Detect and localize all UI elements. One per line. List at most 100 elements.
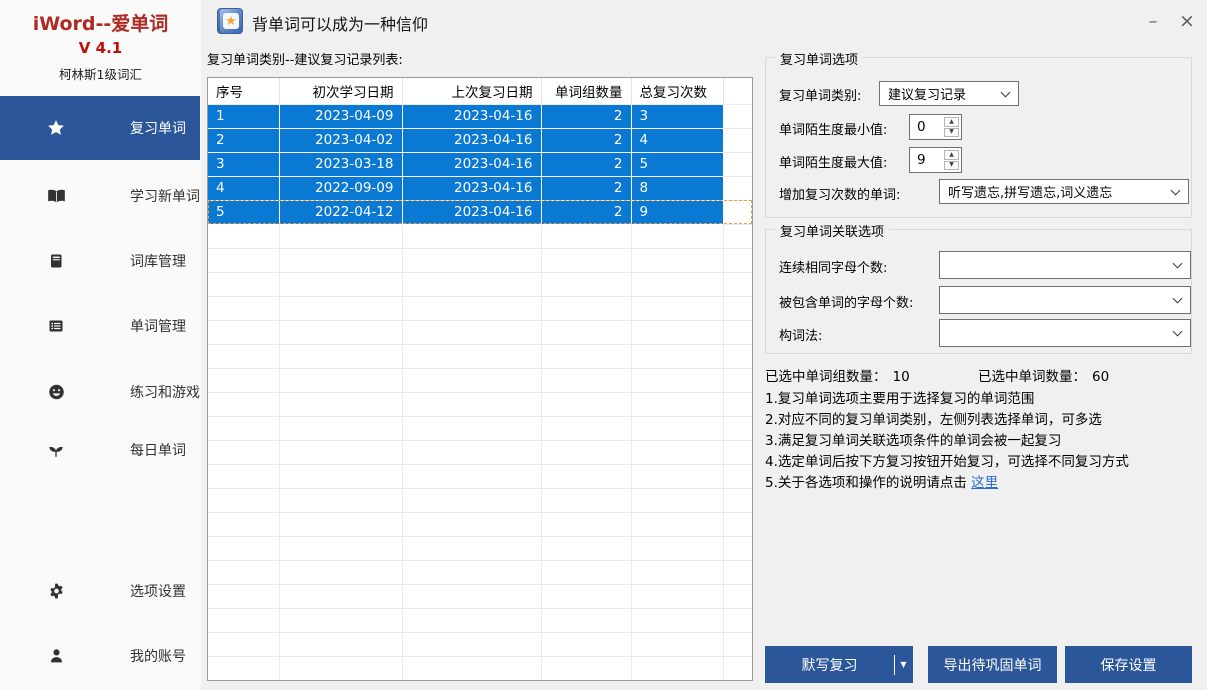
table-cell[interactable]: 2023-04-16 xyxy=(402,128,541,152)
dictation-review-label: 默写复习 xyxy=(765,655,894,675)
table-empty-row xyxy=(208,392,752,416)
contained-word-label: 被包含单词的字母个数: xyxy=(779,292,913,311)
star-glyph: ★ xyxy=(225,15,237,28)
contained-word-combobox[interactable] xyxy=(939,286,1191,314)
save-settings-button[interactable]: 保存设置 xyxy=(1065,646,1192,683)
same-letters-combobox[interactable] xyxy=(939,251,1191,279)
smiley-icon xyxy=(44,384,68,401)
max-strangeness-spinner[interactable]: 9 ▲ ▼ xyxy=(909,147,962,173)
table-empty-row xyxy=(208,488,752,512)
table-empty-row xyxy=(208,632,752,656)
table-cell[interactable]: 2 xyxy=(541,104,631,128)
review-record-table: 序号初次学习日期上次复习日期单词组数量总复习次数12023-04-092023-… xyxy=(207,77,753,681)
column-header[interactable]: 序号 xyxy=(208,78,279,104)
sidebar-item-lexicon-manage[interactable]: 词库管理 xyxy=(0,229,200,293)
min-strangeness-value: 0 xyxy=(917,119,926,135)
selected-words-stat: 已选中单词数量：60 xyxy=(978,365,1109,385)
split-separator xyxy=(894,655,895,675)
chevron-down-icon xyxy=(1173,294,1183,304)
sidebar-item-review[interactable]: 复习单词 xyxy=(0,96,200,160)
chevron-down-icon xyxy=(1173,259,1183,269)
help-note-5: 5.关于各选项和操作的说明请点击 这里 xyxy=(765,473,1192,494)
table-empty-row xyxy=(208,560,752,584)
spin-up-button[interactable]: ▲ xyxy=(944,150,959,160)
sidebar-item-learn-new[interactable]: 学习新单词 xyxy=(0,164,200,228)
gear-icon xyxy=(44,583,68,600)
table-cell[interactable]: 2022-04-12 xyxy=(279,200,402,224)
list-label: 复习单词类别--建议复习记录列表: xyxy=(207,49,403,68)
table-cell[interactable]: 4 xyxy=(631,128,723,152)
table-cell[interactable]: 4 xyxy=(208,176,279,200)
table-cell[interactable]: 2 xyxy=(541,128,631,152)
table-row[interactable]: 22023-04-022023-04-1624 xyxy=(208,128,752,152)
help-link[interactable]: 这里 xyxy=(971,475,998,491)
category-combobox[interactable]: 建议复习记录 xyxy=(879,81,1019,106)
min-strangeness-spinner[interactable]: 0 ▲ ▼ xyxy=(909,114,962,140)
table-cell[interactable]: 5 xyxy=(208,200,279,224)
table-empty-row xyxy=(208,512,752,536)
table-empty-row xyxy=(208,608,752,632)
table-empty-row xyxy=(208,224,752,248)
sidebar-item-word-manage[interactable]: 单词管理 xyxy=(0,294,200,358)
table-empty-row xyxy=(208,368,752,392)
table-cell[interactable]: 2022-09-09 xyxy=(279,176,402,200)
table-cell[interactable]: 9 xyxy=(631,200,723,224)
sidebar-item-settings[interactable]: 选项设置 xyxy=(0,559,200,623)
same-letters-label: 连续相同字母个数: xyxy=(779,257,887,276)
sidebar-item-label: 学习新单词 xyxy=(130,186,200,206)
category-value: 建议复习记录 xyxy=(888,84,966,103)
person-icon xyxy=(44,648,68,665)
table-row[interactable]: 42022-09-092023-04-1628 xyxy=(208,176,752,200)
table-cell[interactable]: 2023-04-16 xyxy=(402,176,541,200)
extra-review-combobox[interactable]: 听写遗忘,拼写遗忘,词义遗忘 xyxy=(939,179,1189,204)
column-header[interactable]: 总复习次数 xyxy=(631,78,723,104)
table-cell[interactable]: 2023-04-09 xyxy=(279,104,402,128)
list-icon xyxy=(44,318,68,334)
table-filler-cell xyxy=(723,128,752,152)
word-formation-label: 构词法: xyxy=(779,325,822,344)
review-mode-dropdown-arrow[interactable]: ▼ xyxy=(895,660,912,669)
sidebar-item-label: 选项设置 xyxy=(130,581,186,601)
sidebar-item-label: 每日单词 xyxy=(130,440,186,460)
table-cell[interactable]: 3 xyxy=(631,104,723,128)
right-panel: 复习单词选项 复习单词类别: 建议复习记录 单词陌生度最小值: 0 ▲ ▼ 单词… xyxy=(765,0,1192,690)
table-cell[interactable]: 2 xyxy=(208,128,279,152)
table-cell[interactable]: 5 xyxy=(631,152,723,176)
table-cell[interactable]: 2023-04-16 xyxy=(402,200,541,224)
extra-review-label: 增加复习次数的单词: xyxy=(779,184,900,203)
table-cell[interactable]: 2023-04-02 xyxy=(279,128,402,152)
sidebar-item-label: 练习和游戏 xyxy=(130,382,200,402)
help-note-2: 2.对应不同的复习单词类别，左侧列表选择单词，可多选 xyxy=(765,410,1192,431)
dictation-review-button[interactable]: 默写复习 ▼ xyxy=(765,646,913,683)
group-title: 复习单词选项 xyxy=(775,49,863,68)
table-cell[interactable]: 8 xyxy=(631,176,723,200)
table-filler-cell xyxy=(723,152,752,176)
spin-down-button[interactable]: ▼ xyxy=(944,161,959,171)
sidebar-item-daily-words[interactable]: 每日单词 xyxy=(0,418,200,482)
selected-groups-value: 10 xyxy=(893,369,910,385)
table-cell[interactable]: 1 xyxy=(208,104,279,128)
sidebar: iWord--爱单词 V 4.1 柯林斯1级词汇 复习单词学习新单词词库管理单词… xyxy=(0,0,201,690)
table-cell[interactable]: 2023-04-16 xyxy=(402,152,541,176)
help-note-3: 3.满足复习单词关联选项条件的单词会被一起复习 xyxy=(765,431,1192,452)
table-cell[interactable]: 3 xyxy=(208,152,279,176)
sidebar-item-account[interactable]: 我的账号 xyxy=(0,624,200,688)
spin-up-button[interactable]: ▲ xyxy=(944,117,959,127)
table-row[interactable]: 52022-04-122023-04-1629 xyxy=(208,200,752,224)
table-cell[interactable]: 2023-03-18 xyxy=(279,152,402,176)
table-cell[interactable]: 2 xyxy=(541,152,631,176)
column-header[interactable]: 初次学习日期 xyxy=(279,78,402,104)
table-row[interactable]: 12023-04-092023-04-1623 xyxy=(208,104,752,128)
column-header[interactable]: 单词组数量 xyxy=(541,78,631,104)
word-formation-combobox[interactable] xyxy=(939,319,1191,347)
table-cell[interactable]: 2 xyxy=(541,176,631,200)
table-empty-row xyxy=(208,584,752,608)
column-header[interactable]: 上次复习日期 xyxy=(402,78,541,104)
table-cell[interactable]: 2 xyxy=(541,200,631,224)
sidebar-item-practice-games[interactable]: 练习和游戏 xyxy=(0,360,200,424)
chevron-down-icon xyxy=(1173,327,1183,337)
table-cell[interactable]: 2023-04-16 xyxy=(402,104,541,128)
table-row[interactable]: 32023-03-182023-04-1625 xyxy=(208,152,752,176)
export-words-button[interactable]: 导出待巩固单词 xyxy=(928,646,1057,683)
spin-down-button[interactable]: ▼ xyxy=(944,128,959,138)
